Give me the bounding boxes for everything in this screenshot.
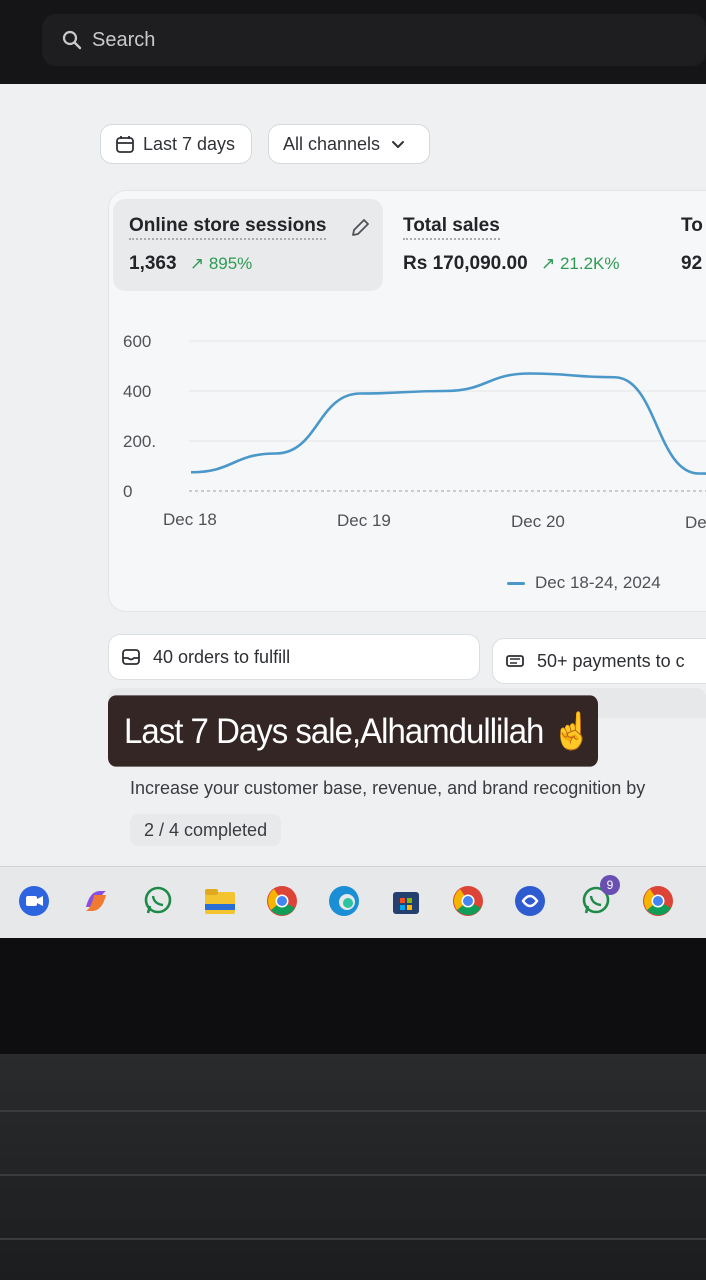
keyboard-row xyxy=(0,1174,706,1176)
payments-label: 50+ payments to c xyxy=(537,650,685,671)
date-range-label: Last 7 days xyxy=(143,133,236,154)
y-tick-label: 400 xyxy=(123,382,151,401)
keyboard-row xyxy=(0,1238,706,1240)
zoom-icon[interactable] xyxy=(16,883,52,919)
microsoft-store-icon[interactable] xyxy=(388,883,424,919)
chevron-down-icon xyxy=(392,141,405,148)
chrome-profile-icon[interactable] xyxy=(450,883,486,919)
inbox-icon xyxy=(122,649,140,665)
orders-to-fulfill-button[interactable]: 40 orders to fulfill xyxy=(108,634,480,680)
search-icon xyxy=(62,30,82,50)
copilot-icon[interactable] xyxy=(78,883,114,919)
taskbar: 9 xyxy=(0,866,706,939)
dashboard-screen: Last 7 days All channels Online store se… xyxy=(0,84,706,866)
laptop-keyboard xyxy=(0,1054,706,1280)
search-placeholder: Search xyxy=(92,28,156,51)
y-tick-label: 0 xyxy=(123,482,132,501)
x-tick-label: De xyxy=(685,513,706,532)
whatsapp-business-icon[interactable]: 9 xyxy=(578,875,620,919)
money-icon xyxy=(506,655,524,667)
whatsapp-icon[interactable] xyxy=(140,883,176,919)
series-line xyxy=(190,372,706,475)
chrome-icon[interactable] xyxy=(264,883,300,919)
edge-icon[interactable] xyxy=(326,883,362,919)
x-tick-label: Dec 20 xyxy=(511,512,565,531)
payments-button[interactable]: 50+ payments to c xyxy=(492,638,706,684)
legend-swatch xyxy=(507,581,525,585)
analytics-card: Online store sessions 1,363 ↗ 895% Total… xyxy=(108,190,706,612)
x-tick-label: Dec 19 xyxy=(337,511,391,530)
notification-badge: 9 xyxy=(600,875,620,895)
y-tick-label: 200. xyxy=(123,432,156,451)
sessions-line-chart: 600 400 200. 0 Dec 18 Dec 19 Dec 20 De xyxy=(123,332,706,532)
orders-label: 40 orders to fulfill xyxy=(153,646,291,667)
chart-legend: Dec 18-24, 2024 xyxy=(507,573,661,593)
search-input[interactable]: Search xyxy=(42,14,706,66)
x-tick-label: Dec 18 xyxy=(163,510,217,529)
file-explorer-icon[interactable] xyxy=(202,883,238,919)
remote-desktop-icon[interactable] xyxy=(512,883,548,919)
date-range-button[interactable]: Last 7 days xyxy=(100,124,252,164)
y-tick-label: 600 xyxy=(123,332,151,351)
channels-dropdown[interactable]: All channels xyxy=(268,124,430,164)
legend-label: Dec 18-24, 2024 xyxy=(535,573,661,592)
chrome-icon-2[interactable] xyxy=(640,883,676,919)
top-bar: Search xyxy=(0,0,706,84)
progress-badge: 2 / 4 completed xyxy=(130,814,282,846)
channels-label: All channels xyxy=(283,133,381,154)
setup-description: Increase your customer base, revenue, an… xyxy=(130,778,646,798)
laptop-bezel xyxy=(0,938,706,1054)
keyboard-row xyxy=(0,1110,706,1112)
story-caption: Last 7 Days sale,Alhamdullilah ☝️ xyxy=(108,695,598,767)
calendar-icon xyxy=(116,136,134,153)
